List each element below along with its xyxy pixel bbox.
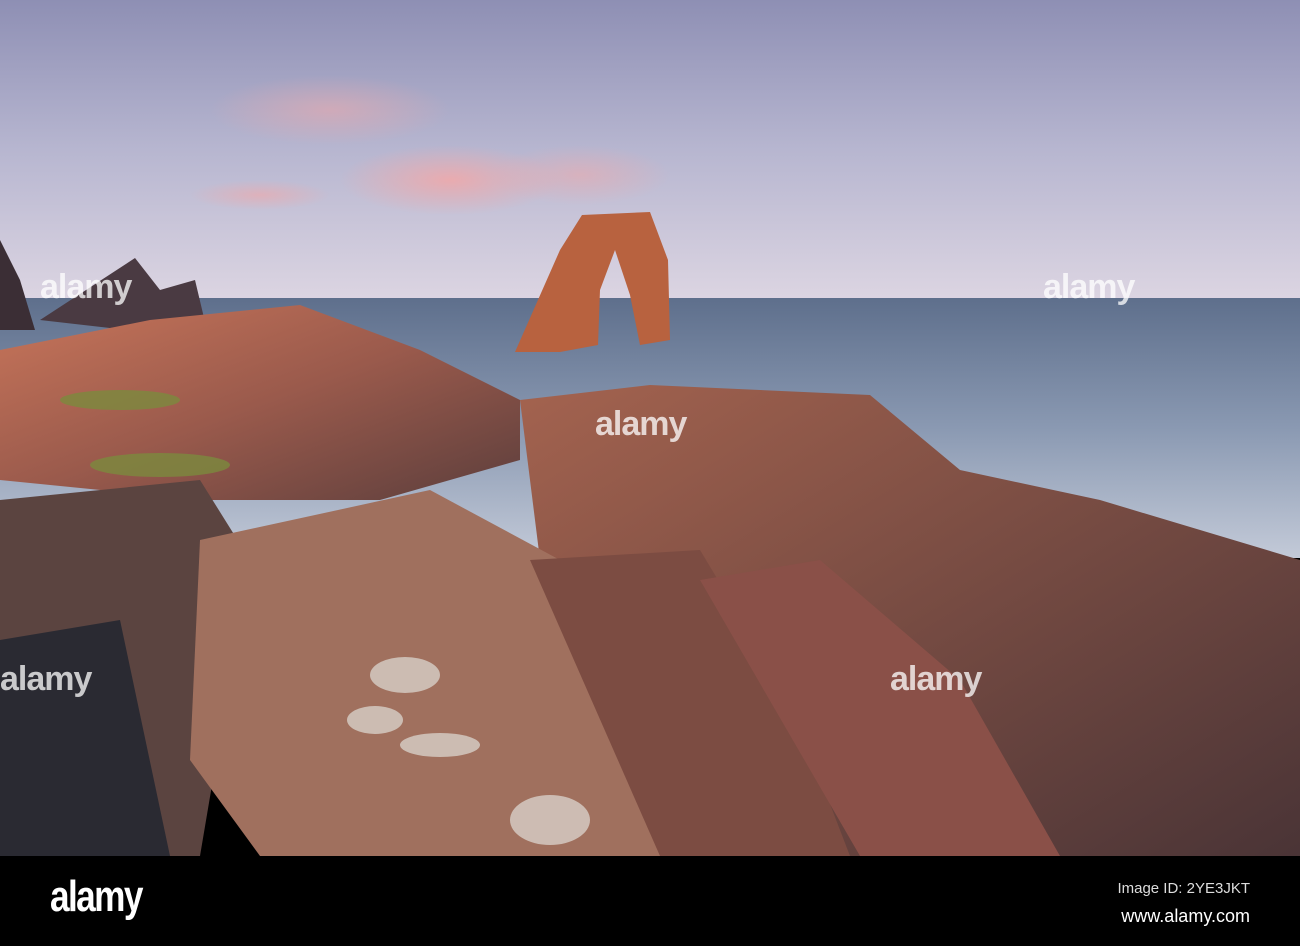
image-id: Image ID: 2YE3JKT <box>1117 880 1250 897</box>
watermark: alamy <box>1043 268 1135 306</box>
footer-bar: alamy Image ID: 2YE3JKT www.alamy.com <box>0 856 1300 946</box>
watermark: alamy <box>890 660 982 698</box>
watermark: alamy <box>0 660 92 698</box>
watermark: alamy <box>595 405 687 443</box>
alamy-logo: alamy <box>50 872 143 921</box>
website-link[interactable]: www.alamy.com <box>1121 906 1250 927</box>
watermark: alamy <box>40 268 132 306</box>
stock-photo-page: alamy alamy alamy alamy alamy alamy Imag… <box>0 0 1300 946</box>
